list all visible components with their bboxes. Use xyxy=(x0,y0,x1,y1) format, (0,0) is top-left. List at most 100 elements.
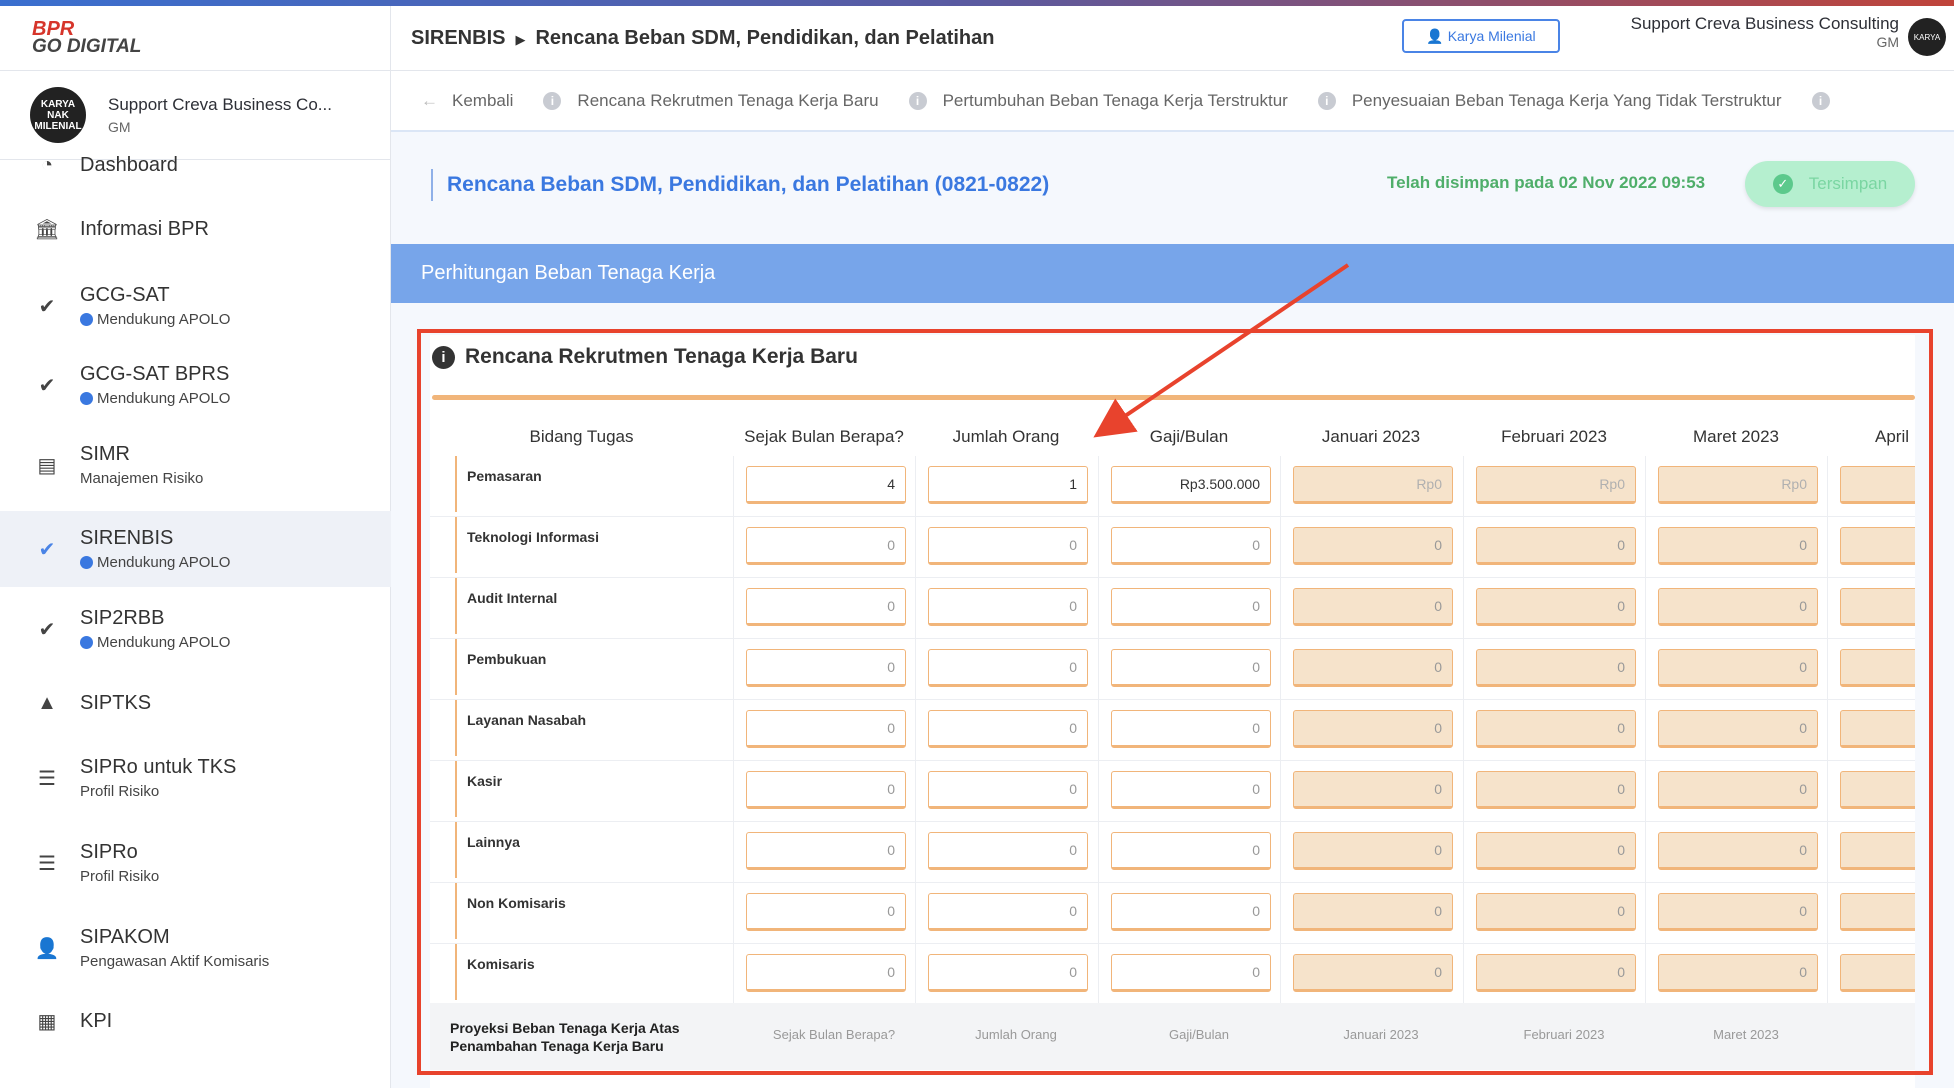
column-header: April xyxy=(1875,427,1910,446)
breadcrumb-root[interactable]: SIRENBIS xyxy=(411,27,505,49)
value-input[interactable]: 0 xyxy=(928,832,1088,870)
readonly-amount-field: 0 xyxy=(1293,710,1453,748)
value-input[interactable]: 0 xyxy=(928,954,1088,992)
caret-right-icon: ▶ xyxy=(515,31,526,47)
value-input[interactable]: 0 xyxy=(746,710,906,748)
value-input[interactable]: 0 xyxy=(1111,588,1271,626)
clipboard-check-icon: ✔ xyxy=(38,295,56,318)
tab-more[interactable]: i xyxy=(1811,91,1846,110)
tab-pertumbuhan-beban[interactable]: i Pertumbuhan Beban Tenaga Kerja Terstruk… xyxy=(908,91,1288,111)
table-cell: Rp0 xyxy=(1463,456,1645,517)
value-input[interactable]: 0 xyxy=(1111,527,1271,565)
sub-tabs: ← Kembali i Rencana Rekrutmen Tenaga Kerja… xyxy=(391,71,1954,132)
tab-rencana-rekrutmen[interactable]: i Rencana Rekrutmen Tenaga Kerja Baru xyxy=(543,91,879,111)
sidebar-item-informasi-bpr[interactable]: 🏛 Informasi BPR xyxy=(0,200,391,258)
user-avatar[interactable]: KARYA xyxy=(1908,18,1946,56)
sidebar-item-gcg-sat[interactable]: ✔ GCG-SAT Mendukung APOLO xyxy=(0,269,391,343)
value-input[interactable]: 0 xyxy=(928,527,1088,565)
value-input[interactable]: 1 xyxy=(928,466,1088,504)
user-name: Support Creva Business Consulting xyxy=(1630,14,1899,33)
table-cell: 0 xyxy=(1098,578,1280,639)
sidebar-item-sub: Mendukung APOLO xyxy=(80,311,230,328)
value-input[interactable]: 0 xyxy=(1111,893,1271,931)
sidebar-item-sipakom[interactable]: 👤 SIPAKOM Pengawasan Aktif Komisaris xyxy=(0,911,391,985)
sidebar-item-gcg-sat-bprs[interactable]: ✔ GCG-SAT BPRS Mendukung APOLO xyxy=(0,348,391,422)
table-row: Audit Internal0000000 xyxy=(430,578,1915,639)
value-input[interactable]: 0 xyxy=(746,649,906,687)
sidebar-item-simr[interactable]: ▤ SIMR Manajemen Risiko xyxy=(0,428,391,502)
table-row: Teknologi Informasi0000000 xyxy=(430,517,1915,578)
table-cell: 0 xyxy=(1827,883,1915,944)
clipboard-check-icon: ✔ xyxy=(38,374,56,397)
value-input[interactable]: 4 xyxy=(746,466,906,504)
logo[interactable]: BPR GO DIGITAL xyxy=(0,6,390,71)
value-input[interactable]: 0 xyxy=(928,771,1088,809)
sidebar-item-dashboard[interactable]: ◔ Dashboard xyxy=(0,136,391,194)
tersimpan-button[interactable]: ✓ Tersimpan xyxy=(1745,161,1915,207)
table-cell: 0 xyxy=(915,517,1097,578)
value-input[interactable]: 0 xyxy=(746,527,906,565)
list-check-icon: ☰ xyxy=(38,852,56,875)
user-menu[interactable]: Support Creva Business Consulting GM xyxy=(1631,14,1899,50)
sidebar-item-sirenbis[interactable]: ✔ SIRENBIS Mendukung APOLO xyxy=(0,511,391,587)
user-shield-icon: 👤 xyxy=(34,937,60,960)
back-link[interactable]: ← Kembali xyxy=(421,91,513,111)
table-cell: 0 xyxy=(1827,639,1915,700)
value-input[interactable]: 0 xyxy=(1111,710,1271,748)
table-cell: 0 xyxy=(1280,517,1462,578)
readonly-amount-field: 0 xyxy=(1476,527,1636,565)
readonly-amount-field: 0 xyxy=(1658,893,1818,931)
readonly-amount-field: 0 xyxy=(1476,771,1636,809)
arrow-left-icon: ← xyxy=(421,90,438,110)
table-cell: 0 xyxy=(1280,761,1462,822)
readonly-amount-field: 0 xyxy=(1840,832,1915,870)
column-header: Sejak Bulan Berapa? xyxy=(744,427,904,446)
value-input[interactable]: 0 xyxy=(746,893,906,931)
karya-milenial-button[interactable]: 👤 Karya Milenial xyxy=(1402,19,1560,53)
breadcrumb-page: Rencana Beban SDM, Pendidikan, dan Pelat… xyxy=(535,26,995,49)
tab-penyesuaian-beban[interactable]: i Penyesuaian Beban Tenaga Kerja Yang Tid… xyxy=(1317,90,1782,111)
readonly-amount-field: 0 xyxy=(1293,588,1453,626)
value-input[interactable]: 0 xyxy=(746,954,906,992)
sidebar-item-sipro-untuk-tks[interactable]: ☰ SIPRo untuk TKS Profil Risiko xyxy=(0,741,391,815)
sidebar-item-sip2rbb[interactable]: ✔ SIP2RBB Mendukung APOLO xyxy=(0,592,391,666)
avatar: KARYA NAK MILENIAL xyxy=(30,87,86,143)
projection-column: Februari 2023 xyxy=(1523,1027,1605,1042)
table-cell: Rp3.500.000 xyxy=(1098,456,1280,517)
column-header: Jumlah Orang xyxy=(952,427,1060,446)
projection-column: Jumlah Orang xyxy=(975,1027,1057,1042)
user-icon: 👤 xyxy=(1426,27,1448,44)
tab-label: Penyesuaian Beban Tenaga Kerja Yang Tida… xyxy=(1351,90,1782,110)
sidebar-item-kpi[interactable]: ▦ KPI xyxy=(0,992,391,1050)
status-dot xyxy=(80,636,93,649)
value-input[interactable]: 0 xyxy=(1111,954,1271,992)
value-input[interactable]: 0 xyxy=(928,893,1088,931)
value-input[interactable]: 0 xyxy=(746,588,906,626)
column-header: Bidang Tugas xyxy=(529,427,634,446)
value-input[interactable]: 0 xyxy=(1111,771,1271,809)
value-input[interactable]: Rp3.500.000 xyxy=(1111,466,1271,504)
card-heading: i Rencana Rekrutmen Tenaga Kerja Baru xyxy=(432,345,858,369)
sidebar-item-sipro[interactable]: ☰ SIPRo Profil Risiko xyxy=(0,826,391,900)
sidebar-item-label: Dashboard xyxy=(80,153,178,176)
table-row: Kasir0000000 xyxy=(430,761,1915,822)
value-input[interactable]: 0 xyxy=(746,771,906,809)
value-input[interactable]: 0 xyxy=(1111,832,1271,870)
info-icon: i xyxy=(1317,91,1336,110)
readonly-amount-field: 0 xyxy=(1293,527,1453,565)
value-input[interactable]: 0 xyxy=(928,649,1088,687)
sidebar-item-label: SIPTKS xyxy=(80,691,152,714)
readonly-amount-field: 0 xyxy=(1658,710,1818,748)
table-cell: 0 xyxy=(1098,822,1280,883)
table-cell: 0 xyxy=(1645,822,1827,883)
value-input[interactable]: 0 xyxy=(1111,649,1271,687)
table-cell: 0 xyxy=(1645,578,1827,639)
table-cell: 0 xyxy=(1463,639,1645,700)
value-input[interactable]: 0 xyxy=(928,710,1088,748)
info-icon: i xyxy=(1811,91,1830,110)
sidebar-item-sublabel: Profil Risiko xyxy=(80,868,160,885)
value-input[interactable]: 0 xyxy=(928,588,1088,626)
sidebar-item-siptks[interactable]: ▲ SIPTKS xyxy=(0,674,391,732)
sidebar-item-sublabel: Mendukung APOLO xyxy=(97,554,231,571)
value-input[interactable]: 0 xyxy=(746,832,906,870)
